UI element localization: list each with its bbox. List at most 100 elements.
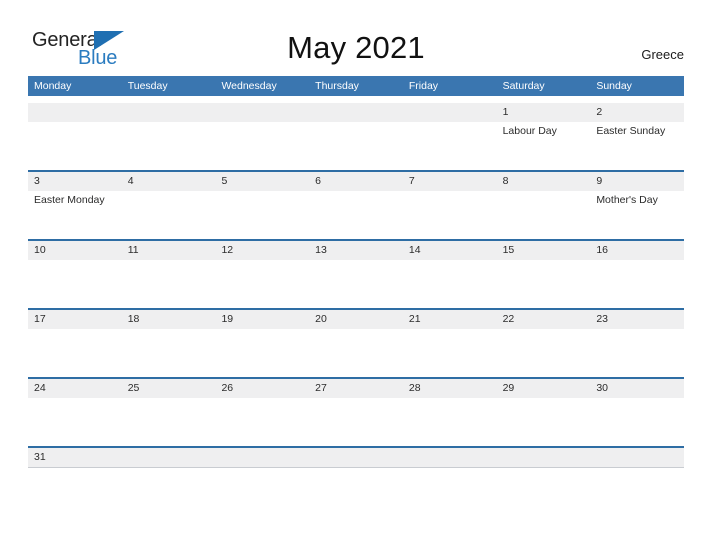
- weekday-header-sunday: Sunday: [596, 80, 632, 92]
- day-number[interactable]: 2: [590, 103, 684, 122]
- weekday-header-friday: Friday: [408, 80, 439, 92]
- day-event: [122, 122, 216, 170]
- week-event-strip: [28, 398, 684, 446]
- day-event: [215, 329, 309, 377]
- day-event: [497, 191, 591, 239]
- day-event: [590, 329, 684, 377]
- day-number[interactable]: 21: [403, 310, 497, 329]
- day-event: [590, 260, 684, 308]
- week-date-strip: 24 25 26 27 28 29 30: [28, 379, 684, 398]
- day-event: [309, 191, 403, 239]
- calendar-week-row: 24 25 26 27 28 29 30: [28, 377, 684, 446]
- day-number[interactable]: 15: [497, 241, 591, 260]
- day-number[interactable]: [403, 448, 497, 467]
- week-date-strip: 3 4 5 6 7 8 9: [28, 172, 684, 191]
- day-number[interactable]: 4: [122, 172, 216, 191]
- day-event: [122, 398, 216, 446]
- day-number[interactable]: 12: [215, 241, 309, 260]
- day-event: [28, 398, 122, 446]
- calendar-week-row: 17 18 19 20 21 22 23: [28, 308, 684, 377]
- day-number[interactable]: 1: [497, 103, 591, 122]
- day-number[interactable]: 30: [590, 379, 684, 398]
- day-number[interactable]: 31: [28, 448, 122, 467]
- calendar-week-row: 3 4 5 6 7 8 9 Easter Monday Mother's Day: [28, 170, 684, 239]
- weekday-header-saturday: Saturday: [502, 80, 545, 92]
- weekday-header-tuesday: Tuesday: [127, 80, 168, 92]
- day-number[interactable]: 9: [590, 172, 684, 191]
- day-number[interactable]: [309, 448, 403, 467]
- region-label: Greece: [641, 47, 684, 62]
- calendar-page: General Blue May 2021 Greece Monday Tues…: [0, 0, 712, 550]
- day-number[interactable]: 24: [28, 379, 122, 398]
- day-number[interactable]: [497, 448, 591, 467]
- day-event: [403, 329, 497, 377]
- day-event: [215, 260, 309, 308]
- day-number[interactable]: 26: [215, 379, 309, 398]
- day-number[interactable]: 19: [215, 310, 309, 329]
- week-date-strip: 1 2: [28, 103, 684, 122]
- day-event: [403, 122, 497, 170]
- day-number[interactable]: 22: [497, 310, 591, 329]
- week-date-strip: 17 18 19 20 21 22 23: [28, 310, 684, 329]
- day-event: [497, 260, 591, 308]
- day-number[interactable]: 28: [403, 379, 497, 398]
- day-event: [309, 260, 403, 308]
- day-event: [309, 398, 403, 446]
- page-header: General Blue May 2021 Greece: [0, 0, 712, 76]
- weekday-header-thursday: Thursday: [315, 80, 359, 92]
- week-event-strip: [28, 260, 684, 308]
- calendar-week-row: 1 2 Labour Day Easter Sunday: [28, 103, 684, 170]
- day-number[interactable]: 3: [28, 172, 122, 191]
- day-event: [309, 122, 403, 170]
- day-number[interactable]: 20: [309, 310, 403, 329]
- day-number[interactable]: 18: [122, 310, 216, 329]
- day-number[interactable]: [215, 448, 309, 467]
- day-number[interactable]: 17: [28, 310, 122, 329]
- week-date-strip: 31: [28, 448, 684, 467]
- day-event: Easter Monday: [34, 194, 105, 206]
- day-number[interactable]: [122, 448, 216, 467]
- calendar-week-row: 31: [28, 446, 684, 468]
- day-number[interactable]: 6: [309, 172, 403, 191]
- day-number[interactable]: 8: [497, 172, 591, 191]
- day-event: [497, 329, 591, 377]
- week-event-strip: Easter Monday Mother's Day: [28, 191, 684, 239]
- day-event: [497, 398, 591, 446]
- day-number[interactable]: [28, 103, 122, 122]
- day-event: [28, 329, 122, 377]
- day-number[interactable]: 14: [403, 241, 497, 260]
- day-number[interactable]: 29: [497, 379, 591, 398]
- day-event: [215, 122, 309, 170]
- day-number[interactable]: [590, 448, 684, 467]
- weekday-header-wednesday: Wednesday: [221, 80, 277, 92]
- day-event: [590, 398, 684, 446]
- day-number[interactable]: 10: [28, 241, 122, 260]
- week-date-strip: 10 11 12 13 14 15 16: [28, 241, 684, 260]
- day-event: [122, 329, 216, 377]
- day-number[interactable]: [215, 103, 309, 122]
- day-event: [403, 398, 497, 446]
- day-event: [309, 329, 403, 377]
- day-event: [215, 191, 309, 239]
- day-event: [28, 122, 122, 170]
- day-number[interactable]: 13: [309, 241, 403, 260]
- day-number[interactable]: 16: [590, 241, 684, 260]
- day-number[interactable]: [122, 103, 216, 122]
- day-number[interactable]: 5: [215, 172, 309, 191]
- day-number[interactable]: [403, 103, 497, 122]
- day-number[interactable]: [309, 103, 403, 122]
- header-spacer: [28, 96, 684, 103]
- calendar-week-row: 10 11 12 13 14 15 16: [28, 239, 684, 308]
- weekday-header-monday: Monday: [34, 80, 72, 92]
- page-title: May 2021: [287, 30, 425, 65]
- day-number[interactable]: 7: [403, 172, 497, 191]
- day-event: Mother's Day: [596, 194, 658, 206]
- day-number[interactable]: 23: [590, 310, 684, 329]
- day-event: Easter Sunday: [596, 125, 666, 137]
- day-event: [403, 191, 497, 239]
- day-event: Labour Day: [502, 125, 557, 137]
- day-number[interactable]: 25: [122, 379, 216, 398]
- weekday-header-row: Monday Tuesday Wednesday Thursday Friday…: [28, 76, 684, 96]
- day-number[interactable]: 11: [122, 241, 216, 260]
- day-number[interactable]: 27: [309, 379, 403, 398]
